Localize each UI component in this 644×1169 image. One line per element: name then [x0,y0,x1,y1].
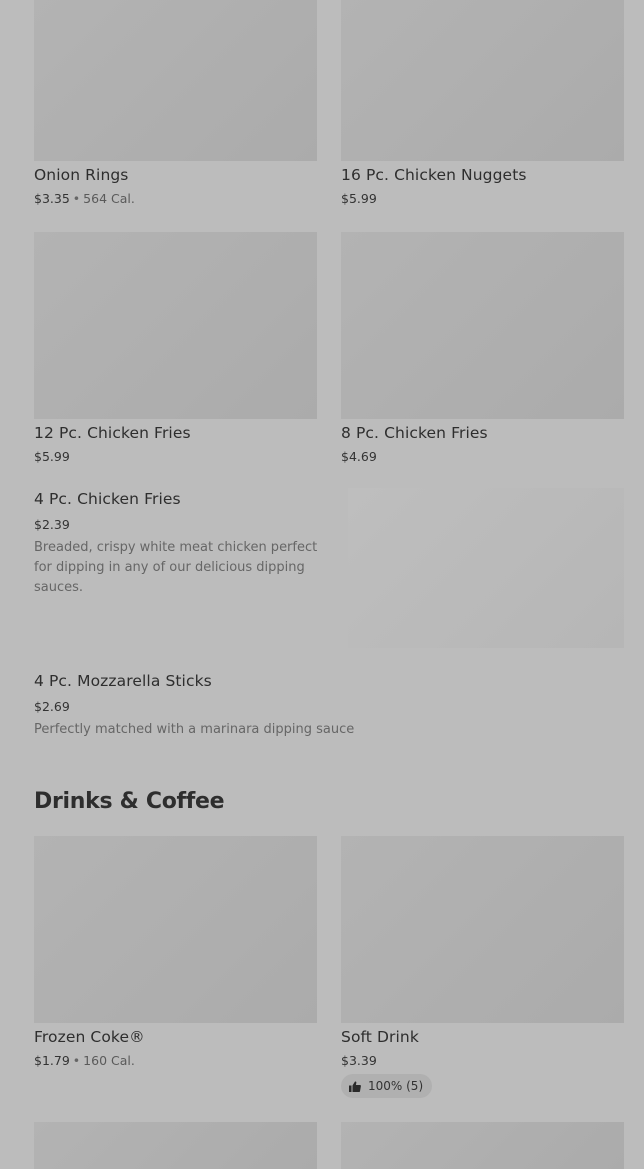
rating-text: 100% (5) [368,1079,424,1093]
separator: • [72,1053,81,1068]
item-price: $5.99 [341,191,377,206]
item-price: $1.79 [34,1053,70,1068]
item-meta: $1.79 • 160 Cal. [34,1053,135,1068]
item-title[interactable]: 8 Pc. Chicken Fries [341,424,488,442]
item-price: $3.35 [34,191,70,206]
item-title[interactable]: 4 Pc. Chicken Fries [34,490,181,508]
item-price: $2.39 [34,517,70,532]
item-image-frozen-coke[interactable] [34,836,317,1023]
item-price: $5.99 [34,449,70,464]
item-description: Perfectly matched with a marinara dippin… [34,722,355,737]
item-image-chicken-nuggets[interactable] [341,0,624,161]
item-image-12pc-chicken-fries[interactable] [34,232,317,419]
item-image-onion-rings[interactable] [34,0,317,161]
item-image-soft-drink[interactable] [341,836,624,1023]
item-calories: 160 Cal. [83,1053,135,1068]
item-price: $4.69 [341,449,377,464]
item-title[interactable]: 12 Pc. Chicken Fries [34,424,191,442]
item-title[interactable]: Frozen Coke® [34,1028,145,1046]
item-price: $2.69 [34,699,70,714]
thumbs-up-icon [349,1080,361,1092]
item-image[interactable] [341,1122,624,1169]
item-image-8pc-chicken-fries[interactable] [341,232,624,419]
item-title[interactable]: 4 Pc. Mozzarella Sticks [34,672,212,690]
item-description: Breaded, crispy white meat chicken perfe… [34,540,318,595]
item-calories: 564 Cal. [83,191,135,206]
item-title[interactable]: Soft Drink [341,1028,419,1046]
item-title[interactable]: 16 Pc. Chicken Nuggets [341,166,527,184]
menu-page: Onion Rings $3.35 • 564 Cal. 16 Pc. Chicke… [0,0,644,1169]
separator: • [72,191,81,206]
item-image[interactable] [34,1122,317,1169]
item-meta: $3.35 • 564 Cal. [34,191,135,206]
item-price: $3.39 [341,1053,377,1068]
item-title[interactable]: Onion Rings [34,166,128,184]
item-image-4pc-chicken-fries[interactable] [348,488,624,648]
rating-badge: 100% (5) [341,1074,433,1098]
section-title-drinks: Drinks & Coffee [34,789,225,814]
